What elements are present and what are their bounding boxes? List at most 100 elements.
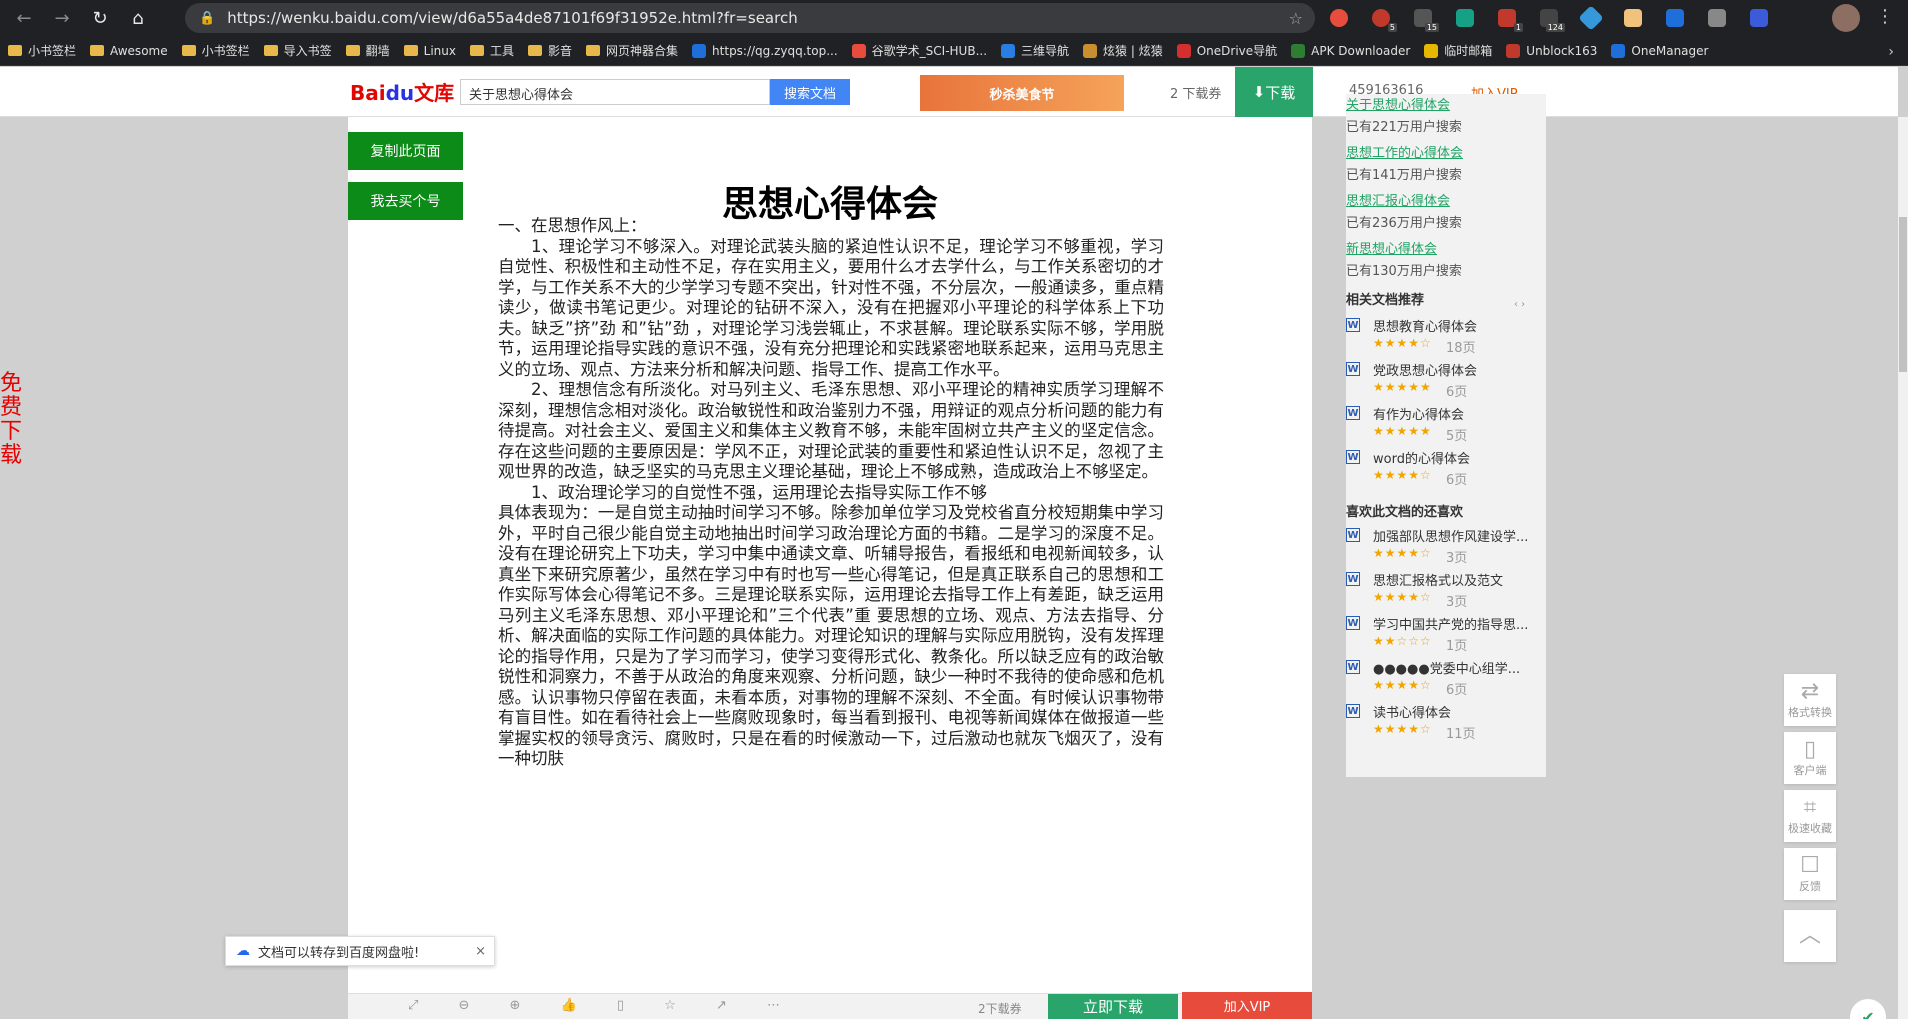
word-doc-icon: W	[1346, 406, 1360, 420]
download-button[interactable]: ⬇ 下载	[1235, 67, 1313, 117]
side-tool-button[interactable]: ☐ 反馈	[1784, 848, 1836, 900]
back-to-top-button[interactable]: ︿	[1784, 910, 1836, 962]
doc-name[interactable]: 加强部队思想作风建设学...	[1373, 526, 1528, 545]
bookmark-item[interactable]: 小书签栏	[181, 42, 250, 59]
scrollbar[interactable]	[1898, 117, 1908, 1019]
folder-icon	[8, 45, 22, 56]
bookmark-item[interactable]: 谷歌学术_SCI-HUB...	[851, 42, 987, 59]
bookmark-item[interactable]: APK Downloader	[1291, 43, 1411, 58]
folder-icon	[470, 45, 484, 56]
extension-badge: 1	[1513, 23, 1523, 32]
forward-icon[interactable]: →	[48, 4, 76, 32]
logo-text: du	[385, 81, 415, 105]
back-icon[interactable]: ←	[10, 4, 38, 32]
download-now-button[interactable]: 立即下载	[1048, 994, 1178, 1019]
profile-avatar[interactable]	[1832, 4, 1860, 32]
bookmark-item[interactable]: OneDrive导航	[1176, 42, 1277, 59]
doc-name[interactable]: 读书心得体会	[1373, 702, 1451, 721]
folder-icon	[263, 45, 278, 56]
pager-arrows[interactable]: ‹ ›	[1514, 299, 1525, 310]
bookmark-item[interactable]: 三维导航	[1001, 42, 1069, 59]
baidu-wenku-logo[interactable]: Baidu文库	[350, 77, 454, 106]
more-bookmarks-icon[interactable]: ›	[1888, 44, 1894, 60]
bookmark-item[interactable]: https://qg.zyqq.top...	[692, 43, 838, 58]
extension-icon[interactable]: 124	[1535, 4, 1565, 32]
bookmark-item[interactable]: 炫猿 | 炫猿	[1083, 42, 1163, 59]
reader-tools[interactable]: ⤢ ⊖ ⊕ 👍 ▯ ☆ ↗ ⋯	[408, 998, 798, 1013]
search-input[interactable]: 关于思想心得体会	[460, 79, 770, 105]
side-tool-button[interactable]: ⌗ 极速收藏	[1784, 790, 1836, 842]
tool-label: 反馈	[1799, 880, 1821, 893]
hot-search-link[interactable]: 思想汇报心得体会	[1346, 190, 1462, 209]
word-doc-icon: W	[1346, 362, 1360, 376]
hot-search-count: 已有141万用户搜索	[1346, 168, 1462, 183]
doc-name[interactable]: word的心得体会	[1373, 448, 1470, 467]
reload-icon[interactable]: ↻	[86, 4, 114, 32]
bookmark-label: 三维导航	[1021, 44, 1070, 58]
menu-icon[interactable]: ⋮	[1876, 6, 1894, 27]
bookmark-item[interactable]: Unblock163	[1506, 43, 1597, 58]
ad-banner[interactable]: 秒杀美食节	[920, 75, 1124, 111]
page-count: 3页	[1446, 551, 1468, 566]
bookmark-item[interactable]: 小书签栏	[8, 42, 76, 59]
free-download-banner[interactable]: 免费下载	[0, 372, 22, 468]
bookmark-star-icon[interactable]: ☆	[1289, 9, 1303, 28]
buy-account-button[interactable]: 我去买个号	[348, 182, 463, 220]
scrollbar-thumb[interactable]	[1899, 217, 1907, 372]
close-icon[interactable]: ×	[475, 944, 486, 959]
logo-text: 文库	[414, 81, 455, 105]
rating-stars: ★★★★☆	[1373, 722, 1432, 736]
bookmark-label: APK Downloader	[1311, 43, 1411, 58]
extension-badge: 5	[1387, 23, 1397, 32]
bookmark-item[interactable]: 工具	[470, 42, 514, 59]
extension-icon[interactable]: 15	[1409, 4, 1439, 32]
doc-name[interactable]: ●●●●●党委中心组学...	[1373, 658, 1520, 677]
address-bar[interactable]: 🔒 https://wenku.baidu.com/view/d6a55a4de…	[185, 3, 1315, 33]
document-paragraph: 具体表现为：一是自觉主动抽时间学习不够。除参加单位学习及党校省直分校短期集中学习…	[498, 503, 1164, 768]
extension-icon[interactable]	[1703, 4, 1731, 32]
extension-icon[interactable]: 1	[1493, 4, 1523, 32]
hot-search-link[interactable]: 关于思想心得体会	[1346, 94, 1462, 113]
bookmark-label: Awesome	[110, 43, 168, 58]
bookmark-item[interactable]: 影音	[528, 42, 572, 59]
doc-name[interactable]: 有作为心得体会	[1373, 404, 1464, 423]
side-tool-button[interactable]: ⇄ 格式转换	[1784, 674, 1836, 726]
bookmark-item[interactable]: 导入书签	[263, 42, 332, 59]
bookmark-item[interactable]: 网页神器合集	[586, 42, 678, 59]
document-paragraph: 1、政治理论学习的自觉性不强，运用理论去指导实际工作不够	[531, 482, 987, 502]
hot-search-link[interactable]: 新思想心得体会	[1346, 238, 1462, 257]
copy-page-button[interactable]: 复制此页面	[348, 132, 463, 170]
left-margin	[0, 117, 347, 1019]
favicon-icon	[851, 43, 866, 58]
doc-name[interactable]: 党政思想心得体会	[1373, 360, 1477, 379]
bookmark-item[interactable]: Linux	[403, 44, 456, 58]
search-button[interactable]: 搜索文档	[770, 79, 850, 105]
hot-search-link[interactable]: 思想工作的心得体会	[1346, 142, 1463, 161]
also-liked-title: 喜欢此文档的还喜欢	[1346, 505, 1464, 520]
extension-badge: 15	[1424, 23, 1439, 32]
extensions-row: 5 15 1 124	[1325, 4, 1773, 32]
folder-icon	[90, 45, 105, 56]
shield-icon[interactable]: ✔	[1850, 999, 1886, 1019]
bookmark-item[interactable]: OneManager	[1611, 43, 1708, 58]
doc-name[interactable]: 学习中国共产党的指导思...	[1373, 614, 1528, 633]
side-tool-button[interactable]: ▯ 客户端	[1784, 732, 1836, 784]
extension-icon[interactable]	[1661, 4, 1689, 32]
join-vip-button[interactable]: 加入VIP	[1182, 992, 1312, 1019]
rating-stars: ★★★★☆	[1373, 336, 1432, 350]
doc-name[interactable]: 思想教育心得体会	[1373, 316, 1477, 335]
doc-name[interactable]: 思想汇报格式以及范文	[1373, 570, 1503, 589]
bookmark-item[interactable]: 临时邮箱	[1424, 42, 1492, 59]
bookmark-item[interactable]: Awesome	[90, 44, 168, 58]
extension-icon[interactable]	[1619, 4, 1647, 32]
extension-icon[interactable]	[1577, 4, 1605, 32]
extension-icon[interactable]	[1451, 4, 1479, 32]
document-page: 思想心得体会 一、在思想作风上： 1、理论学习不够深入。对理论武装头脑的紧迫性认识…	[348, 117, 1312, 1019]
extension-icon[interactable]: 5	[1367, 4, 1397, 32]
bookmark-item[interactable]: 翻墙	[345, 42, 390, 59]
logo-text: Bai	[350, 81, 386, 105]
extension-icon[interactable]	[1745, 4, 1773, 32]
home-icon[interactable]: ⌂	[124, 4, 152, 32]
toast-notice: ☁ 文档可以转存到百度网盘啦! ×	[225, 936, 495, 966]
extension-icon[interactable]	[1325, 4, 1353, 32]
